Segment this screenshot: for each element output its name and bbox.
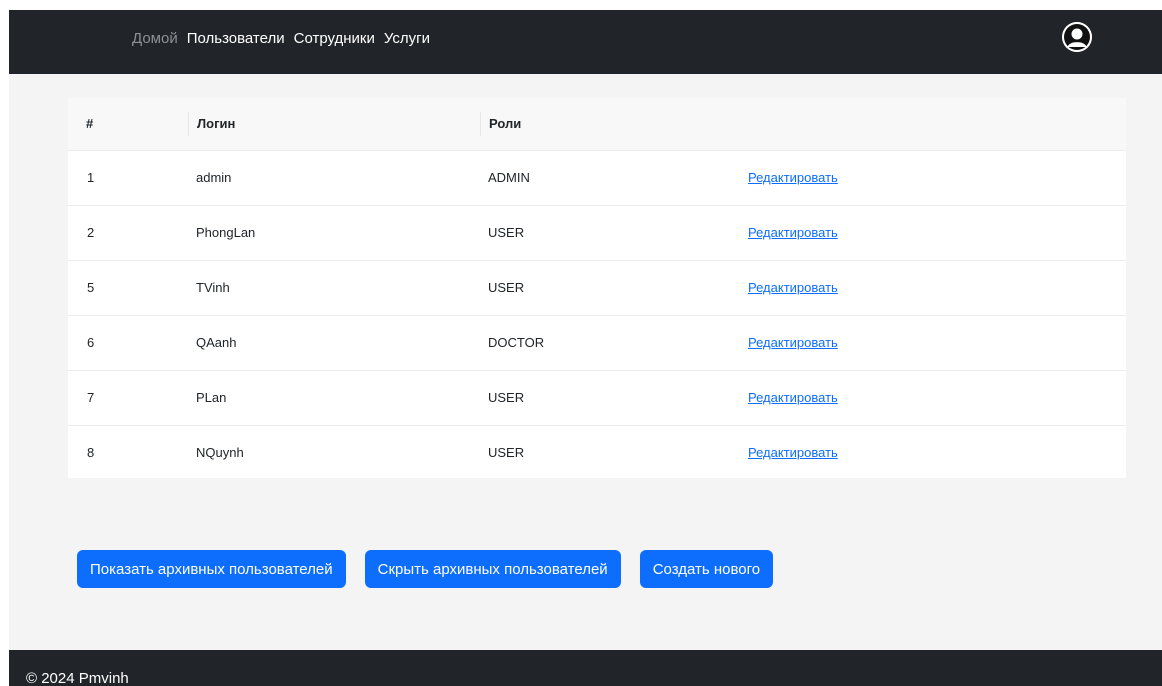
nav-links: Домой Пользователи Сотрудники Услуги [132,29,430,49]
nav-users-link[interactable]: Пользователи [187,29,285,49]
row-id: 8 [87,445,95,461]
user-avatar-icon[interactable] [1062,22,1092,52]
footer: © 2024 Pmvinh [9,650,1162,686]
row-id: 2 [87,225,95,240]
table-row: 5 TVinh USER Редактировать [68,260,1126,315]
row-role: DOCTOR [488,335,545,350]
table-row: 1 admin ADMIN Редактировать [68,150,1126,205]
row-id: 5 [87,280,95,295]
footer-copyright: © 2024 Pmvinh [26,670,129,686]
row-role: USER [488,390,525,405]
row-role: USER [488,225,525,240]
edit-link[interactable]: Редактировать [748,280,838,295]
users-table-container: # Логин Роли 1 admin ADMIN Редактировать… [68,98,1126,478]
row-role: ADMIN [488,170,530,185]
nav-services-link[interactable]: Услуги [384,29,430,49]
row-login: TVinh [196,280,230,295]
hide-archived-button[interactable]: Скрыть архивных пользователей [364,550,621,588]
header-roles: Роли [480,98,740,150]
nav-employees-link[interactable]: Сотрудники [294,29,375,49]
row-role: USER [488,445,525,461]
show-archived-button[interactable]: Показать архивных пользователей [77,550,346,588]
row-login: QAanh [196,335,237,350]
nav-home-link[interactable]: Домой [132,29,178,49]
row-login: PhongLan [196,225,256,240]
row-role: USER [488,280,525,295]
users-table: # Логин Роли 1 admin ADMIN Редактировать… [68,98,1126,480]
row-actions: Редактировать [740,150,1126,205]
create-new-button[interactable]: Создать нового [639,550,774,588]
row-login: admin [196,170,232,185]
row-id: 1 [87,170,95,185]
table-row: 2 PhongLan USER Редактировать [68,205,1126,260]
row-actions: Редактировать [740,370,1126,425]
table-row: 6 QAanh DOCTOR Редактировать [68,315,1126,370]
row-actions: Редактировать [740,260,1126,315]
table-row: 7 PLan USER Редактировать [68,370,1126,425]
row-login: PLan [196,390,227,405]
row-actions: Редактировать [740,205,1126,260]
page: Домой Пользователи Сотрудники Услуги # Л… [9,10,1162,686]
edit-link[interactable]: Редактировать [748,390,838,405]
row-actions: Редактировать [740,425,1126,480]
table-header-row: # Логин Роли [68,98,1126,150]
row-id: 7 [87,390,95,405]
row-id: 6 [87,335,95,350]
table-row: 8 NQuynh USER Редактировать [68,425,1126,480]
header-actions [740,98,1126,150]
row-login: NQuynh [196,445,244,461]
edit-link[interactable]: Редактировать [748,445,838,460]
header-login: Логин [188,98,480,150]
edit-link[interactable]: Редактировать [748,335,838,350]
edit-link[interactable]: Редактировать [748,225,838,240]
edit-link[interactable]: Редактировать [748,170,838,185]
header-number: # [86,115,94,131]
row-actions: Редактировать [740,315,1126,370]
action-buttons: Показать архивных пользователей Скрыть а… [77,550,774,588]
navbar: Домой Пользователи Сотрудники Услуги [9,10,1162,74]
